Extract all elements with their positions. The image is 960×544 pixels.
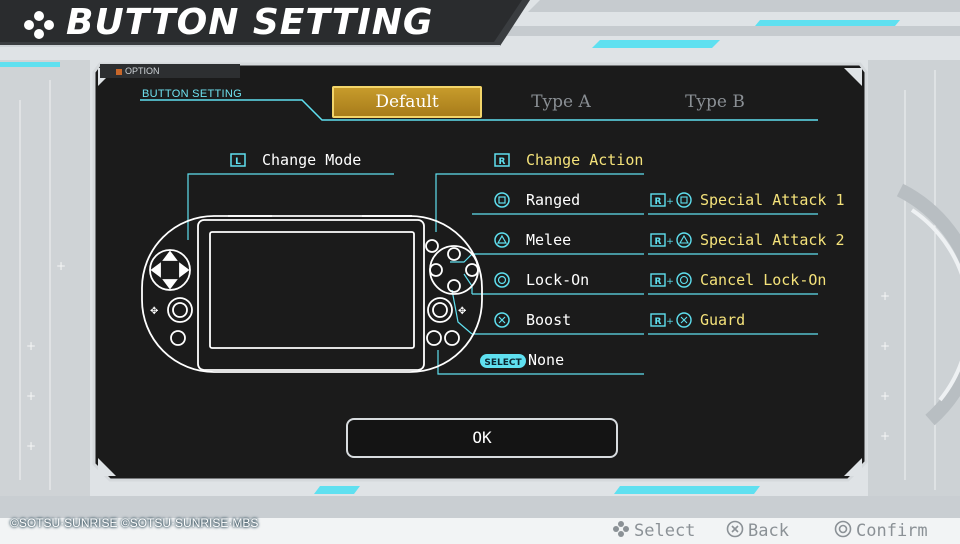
page-title: BUTTON SETTING xyxy=(66,2,434,43)
svg-text:SELECT: SELECT xyxy=(484,358,522,368)
section-label: BUTTON SETTING xyxy=(142,88,242,100)
svg-text:✥: ✥ xyxy=(150,306,158,317)
tab-default[interactable]: Default xyxy=(332,86,482,118)
footer-select-hint[interactable]: Select xyxy=(612,520,695,541)
svg-text:+: + xyxy=(56,259,66,273)
svg-text:+: + xyxy=(880,389,890,403)
svg-text:✥: ✥ xyxy=(458,306,466,317)
guard-label[interactable]: Guard xyxy=(700,311,745,329)
select-button-icon: SELECT xyxy=(480,354,526,368)
svg-text:+: + xyxy=(26,439,36,453)
change-mode-label[interactable]: Change Mode xyxy=(262,151,361,169)
r-circle-combo-icon: R + xyxy=(650,272,692,288)
svg-text:+: + xyxy=(880,429,890,443)
r-cross-combo-icon: R + xyxy=(650,312,692,328)
svg-text:+: + xyxy=(666,277,674,287)
circle-button-icon xyxy=(494,272,510,288)
svg-text:L: L xyxy=(235,157,241,167)
panel-tag: OPTION xyxy=(116,66,160,76)
triangle-button-icon xyxy=(494,232,510,248)
footer-select-label: Select xyxy=(634,521,696,541)
svg-text:R: R xyxy=(655,197,662,207)
boost-label[interactable]: Boost xyxy=(526,311,571,329)
r-triangle-combo-icon: R + xyxy=(650,232,692,248)
r-square-combo-icon: R + xyxy=(650,192,692,208)
svg-text:+: + xyxy=(26,389,36,403)
select-none-label[interactable]: None xyxy=(528,351,564,369)
footer-confirm-label: Confirm xyxy=(856,521,928,541)
svg-text:+: + xyxy=(666,197,674,207)
svg-text:+: + xyxy=(880,289,890,303)
copyright-text: ©SOTSU·SUNRISE ©SOTSU·SUNRISE·MBS xyxy=(10,516,259,530)
l-button-icon: L xyxy=(230,153,246,167)
ranged-label[interactable]: Ranged xyxy=(526,191,580,209)
square-button-icon xyxy=(494,192,510,208)
tab-type-a[interactable]: Type A xyxy=(486,86,636,118)
svg-text:+: + xyxy=(666,317,674,327)
special-attack-1-label[interactable]: Special Attack 1 xyxy=(700,191,845,209)
cross-icon xyxy=(726,520,744,538)
lock-on-label[interactable]: Lock-On xyxy=(526,271,589,289)
svg-text:R: R xyxy=(655,277,662,287)
svg-text:+: + xyxy=(666,237,674,247)
ok-button[interactable]: OK xyxy=(346,418,618,458)
footer-back-hint[interactable]: Back xyxy=(726,520,789,541)
footer-confirm-hint[interactable]: Confirm xyxy=(834,520,928,541)
svg-text:R: R xyxy=(655,317,662,327)
svg-text:R: R xyxy=(499,157,506,167)
r-button-icon: R xyxy=(494,153,510,167)
circle-icon xyxy=(834,520,852,538)
dpad-icon xyxy=(613,521,629,537)
cancel-lock-on-label[interactable]: Cancel Lock-On xyxy=(700,271,826,289)
svg-text:+: + xyxy=(880,339,890,353)
special-attack-2-label[interactable]: Special Attack 2 xyxy=(700,231,845,249)
melee-label[interactable]: Melee xyxy=(526,231,571,249)
svg-text:+: + xyxy=(26,339,36,353)
tab-type-b[interactable]: Type B xyxy=(640,86,790,118)
dpad-icon xyxy=(24,11,54,39)
footer-back-label: Back xyxy=(748,521,789,541)
cross-button-icon xyxy=(494,312,510,328)
change-action-label[interactable]: Change Action xyxy=(526,151,643,169)
svg-text:R: R xyxy=(655,237,662,247)
